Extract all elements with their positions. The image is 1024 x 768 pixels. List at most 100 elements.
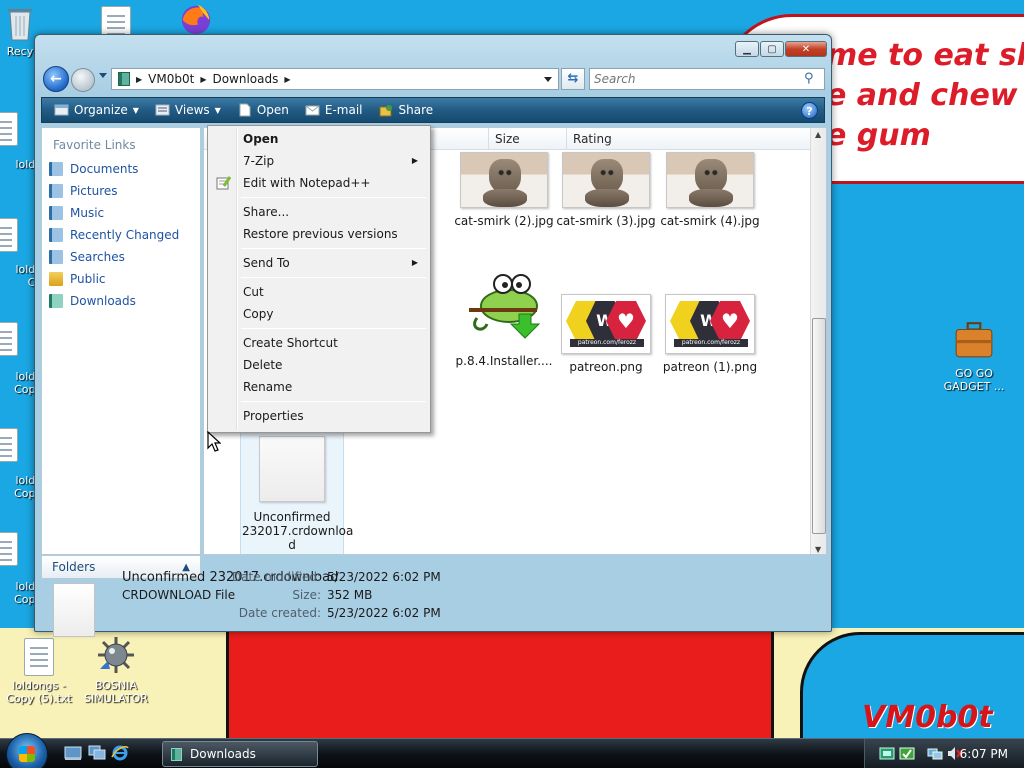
nav-link-documents[interactable]: Documents: [42, 158, 200, 180]
menu-item-open[interactable]: Open: [210, 128, 428, 150]
patreon-thumbnail: W ♥ patreon.com/ferozz: [561, 294, 651, 354]
breadcrumb-separator-icon[interactable]: ▶: [136, 75, 142, 84]
file-cat-smirk-4[interactable]: cat-smirk (4).jpg: [660, 152, 760, 228]
taskbar-downloads-button[interactable]: Downloads: [162, 741, 318, 767]
show-desktop-icon[interactable]: [64, 745, 82, 761]
search-input[interactable]: [590, 69, 790, 89]
internet-explorer-icon[interactable]: [111, 745, 129, 761]
email-button[interactable]: E-mail: [297, 98, 371, 122]
back-button[interactable]: ←: [43, 66, 69, 92]
organize-label: Organize: [74, 103, 128, 117]
open-button[interactable]: Open: [229, 98, 297, 122]
searches-folder-icon: [49, 250, 63, 264]
menu-item-delete[interactable]: Delete: [210, 354, 428, 376]
menu-item-copy[interactable]: Copy: [210, 303, 428, 325]
loldongs-desktop-icon[interactable]: loldongs - Copy (5).txt: [2, 638, 76, 705]
go-go-gadget-desktop-icon[interactable]: GO GO GADGET ...: [934, 316, 1014, 393]
close-button[interactable]: ✕: [785, 41, 827, 57]
help-button[interactable]: ?: [801, 102, 818, 119]
address-bar[interactable]: ▶ VM0b0t ▶ Downloads ▶: [111, 68, 559, 90]
search-icon[interactable]: ⚲: [804, 71, 820, 87]
file-unconfirmed-crdownload[interactable]: Unconfirmed 232017.crdownloa d: [242, 436, 353, 552]
date-created-value: 5/23/2022 6:02 PM: [327, 606, 441, 620]
menu-item-properties[interactable]: Properties: [210, 405, 428, 427]
menu-separator: [241, 277, 426, 278]
address-dropdown-icon[interactable]: [544, 77, 552, 82]
menu-item-restore-previous-versions[interactable]: Restore previous versions: [210, 223, 428, 245]
breadcrumb-vm0b0t[interactable]: VM0b0t: [148, 72, 194, 86]
organize-button[interactable]: Organize ▼: [46, 98, 147, 122]
explorer-window[interactable]: ▁ ▢ ✕ ← ▶ VM0b0t ▶ Downloads ▶ ⇆ ⚲ Organ…: [34, 34, 832, 637]
file-label: patreon.png: [569, 360, 643, 374]
minimize-button[interactable]: ▁: [735, 41, 759, 57]
menu-item-share[interactable]: Share...: [210, 201, 428, 223]
text-file-icon: [101, 6, 131, 36]
taskbar-clock[interactable]: 6:07 PM: [960, 747, 1008, 761]
thumbnail-caption: patreon.com/ferozz: [570, 339, 644, 347]
file-label: p.8.4.Installer....: [455, 354, 553, 368]
downloads-folder-icon: [49, 294, 63, 308]
share-button[interactable]: Share: [371, 98, 442, 122]
file-cat-smirk-3[interactable]: cat-smirk (3).jpg: [556, 152, 656, 228]
menu-item-cut[interactable]: Cut: [210, 281, 428, 303]
nav-link-downloads[interactable]: Downloads: [42, 290, 200, 312]
menu-item-7zip[interactable]: 7-Zip ▶: [210, 150, 428, 172]
file-patreon[interactable]: W ♥ patreon.com/ferozz patreon.png: [556, 294, 656, 374]
text-file-icon: [0, 532, 18, 566]
nav-link-searches[interactable]: Searches: [42, 246, 200, 268]
file-patreon-1[interactable]: W ♥ patreon.com/ferozz patreon (1).png: [660, 294, 760, 374]
recycle-bin-icon: [8, 9, 32, 41]
switch-windows-icon[interactable]: [88, 745, 106, 761]
breadcrumb-separator-icon[interactable]: ▶: [200, 75, 206, 84]
nav-link-label: Documents: [70, 162, 139, 176]
notepadpp-icon: [216, 176, 231, 190]
tray-app-icon[interactable]: [879, 746, 895, 761]
menu-item-label: Edit with Notepad++: [243, 176, 371, 190]
file-label: cat-smirk (4).jpg: [660, 214, 760, 228]
column-rating[interactable]: Rating: [566, 128, 666, 150]
scroll-down-arrow-icon[interactable]: ▼: [815, 545, 821, 554]
date-created-label: Date created:: [238, 606, 321, 620]
command-bar: Organize ▼ Views ▼ Open E-mail Share ?: [41, 97, 825, 123]
cat-thumbnail: [460, 152, 548, 208]
breadcrumb-separator-icon[interactable]: ▶: [284, 75, 290, 84]
submenu-arrow-icon: ▶: [411, 258, 418, 267]
search-box[interactable]: ⚲: [589, 68, 825, 90]
taskbar-button-label: Downloads: [190, 747, 256, 761]
menu-separator: [241, 328, 426, 329]
menu-item-send-to[interactable]: Send To ▶: [210, 252, 428, 274]
scroll-up-arrow-icon[interactable]: ▲: [815, 130, 821, 139]
mine-icon: [98, 637, 134, 673]
column-size[interactable]: Size: [488, 128, 566, 150]
file-notepadpp-installer[interactable]: p.8.4.Installer....: [454, 268, 554, 368]
nav-link-recently-changed[interactable]: Recently Changed: [42, 224, 200, 246]
file-label: cat-smirk (3).jpg: [556, 214, 656, 228]
forward-button[interactable]: [71, 68, 95, 92]
submenu-arrow-icon: ▶: [411, 156, 418, 165]
nav-link-music[interactable]: Music: [42, 202, 200, 224]
date-modified-label: Date modified:: [231, 570, 321, 584]
text-file-icon: [24, 638, 54, 676]
network-icon[interactable]: [927, 746, 943, 761]
breadcrumb-downloads[interactable]: Downloads: [212, 72, 278, 86]
nav-link-pictures[interactable]: Pictures: [42, 180, 200, 202]
scrollbar-thumb[interactable]: [812, 318, 826, 534]
public-folder-icon: [49, 272, 63, 286]
views-button[interactable]: Views ▼: [147, 98, 229, 122]
desktop-icon-label: loldongs - Copy (5).txt: [6, 679, 72, 705]
nav-link-public[interactable]: Public: [42, 268, 200, 290]
speech-bubble-text: me to eat shit e and chew e gum: [826, 38, 1024, 153]
recent-pages-dropdown[interactable]: [99, 73, 107, 78]
menu-item-create-shortcut[interactable]: Create Shortcut: [210, 332, 428, 354]
refresh-button[interactable]: ⇆: [561, 68, 585, 90]
file-cat-smirk-2[interactable]: cat-smirk (2).jpg: [454, 152, 554, 228]
vertical-scrollbar[interactable]: ▲ ▼: [810, 128, 826, 554]
start-button[interactable]: [6, 733, 48, 768]
tray-update-icon[interactable]: [899, 746, 915, 761]
text-file-icon: [0, 218, 18, 252]
bosnia-simulator-desktop-icon[interactable]: BOSNIA SIMULATOR: [78, 634, 154, 705]
menu-item-edit-notepadpp[interactable]: Edit with Notepad++: [210, 172, 428, 194]
menu-item-rename[interactable]: Rename: [210, 376, 428, 398]
envelope-icon: [305, 105, 320, 116]
maximize-button[interactable]: ▢: [760, 41, 784, 57]
